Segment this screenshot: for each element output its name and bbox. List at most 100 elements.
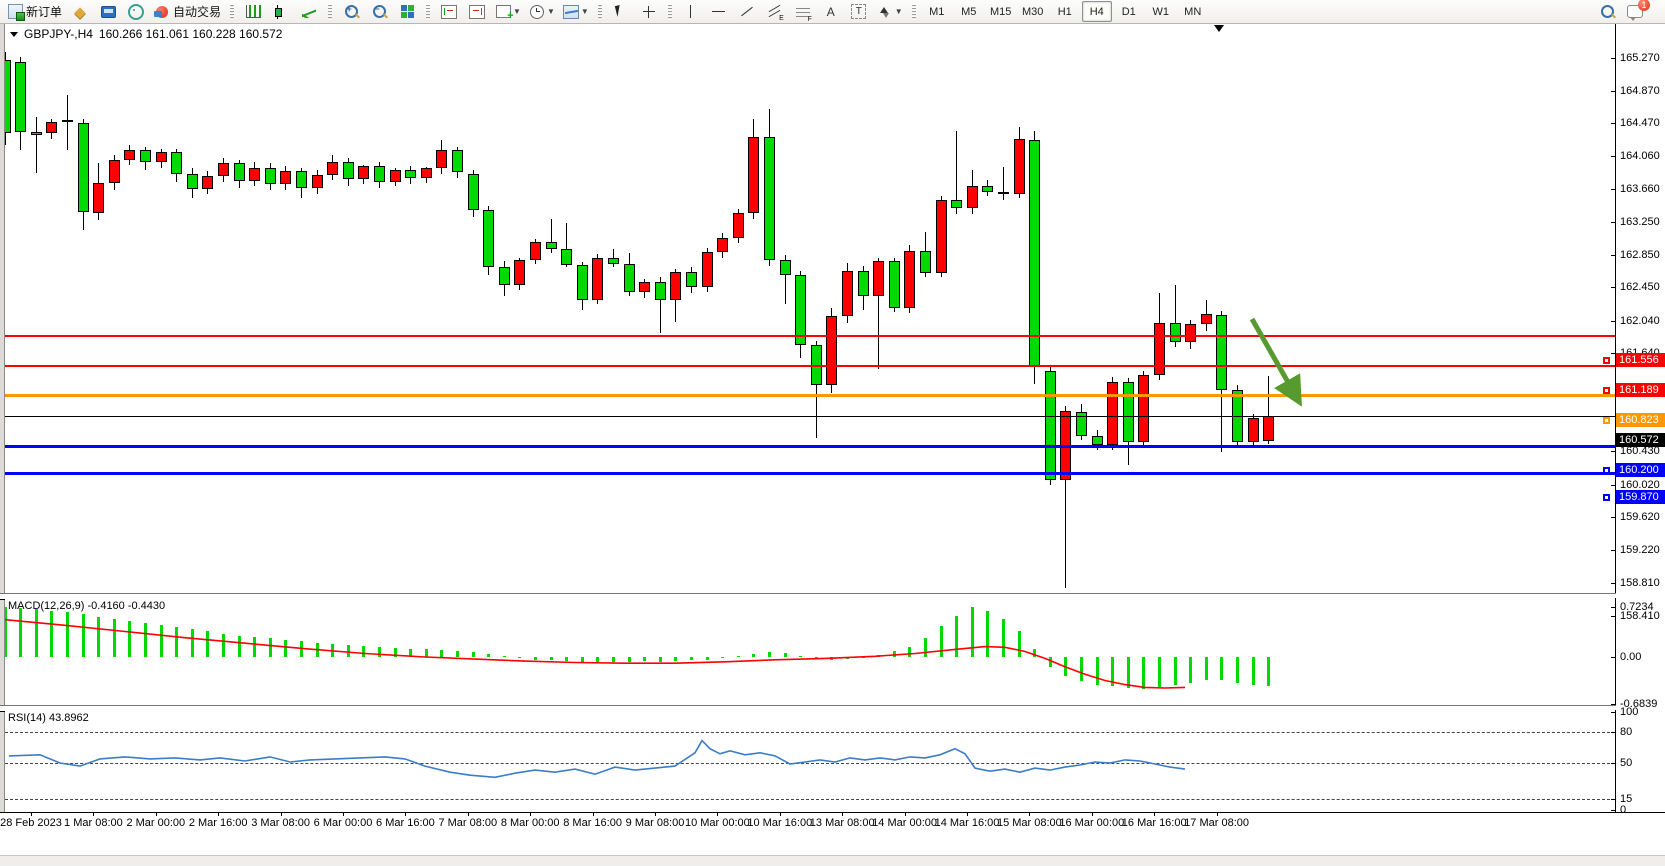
time-axis-tick-mark: [1217, 813, 1218, 816]
fibonacci-tool-button[interactable]: F: [790, 1, 816, 23]
timeframe-m1-button[interactable]: M1: [922, 1, 952, 22]
add-indicator-button[interactable]: ▼: [492, 1, 524, 23]
timeframe-group: M1M5M15M30H1H4D1W1MN: [918, 1, 1212, 23]
toolbar-grip[interactable]: [328, 4, 332, 20]
text-label-tool-button[interactable]: T: [846, 1, 872, 23]
macd-axis-tick-label: 0.7234: [1620, 601, 1654, 613]
time-axis-label: 7 Mar 08:00: [438, 817, 497, 829]
cursor-icon: [613, 4, 629, 20]
price-axis-tick-label: 160.430: [1620, 445, 1660, 457]
timeframe-w1-button[interactable]: W1: [1146, 1, 1176, 22]
rsi-pane[interactable]: RSI(14) 43.8962: [5, 710, 1616, 812]
horizontal-line-tool-button[interactable]: [706, 1, 732, 23]
timeframe-d1-button[interactable]: D1: [1114, 1, 1144, 22]
indicator-window-2-button[interactable]: [464, 1, 490, 23]
rsi-axis-tick-label: 50: [1620, 757, 1632, 769]
text-label-icon: T: [851, 4, 866, 19]
add-indicator-icon: [495, 4, 511, 20]
price-tag: 161.189: [1616, 383, 1665, 397]
macd-signal-line: [5, 598, 1615, 706]
toolbar-grip[interactable]: [426, 4, 430, 20]
templates-button[interactable]: ▼: [560, 1, 592, 23]
time-axis-label: 8 Mar 16:00: [563, 817, 622, 829]
notifications-button[interactable]: 1: [1622, 1, 1648, 23]
cursor-tool-button[interactable]: [608, 1, 634, 23]
window-bottom-strip: [0, 855, 1665, 866]
chart-window: GBPJPY-,H4 160.266 161.061 160.228 160.5…: [0, 24, 1665, 831]
timeframe-m5-button[interactable]: M5: [954, 1, 984, 22]
main-price-pane[interactable]: GBPJPY-,H4 160.266 161.061 160.228 160.5…: [5, 24, 1616, 593]
zoom-out-button[interactable]: −: [366, 1, 392, 23]
text-tool-button[interactable]: A: [818, 1, 844, 23]
time-axis-label: 14 Mar 00:00: [872, 817, 937, 829]
zoom-in-icon: +: [343, 4, 359, 20]
macd-pane[interactable]: MACD(12,26,9) -0.4160 -0.4430: [5, 598, 1616, 706]
axis-tick-mark: [1611, 657, 1615, 658]
time-axis-tick-mark: [31, 813, 32, 816]
market-watch-button[interactable]: ◆: [67, 1, 93, 23]
toolbar-grip[interactable]: [598, 4, 602, 20]
search-button[interactable]: [1594, 1, 1620, 23]
toolbar-grip[interactable]: [668, 4, 672, 20]
notification-badge: 1: [1638, 0, 1650, 11]
macd-axis-tick-label: 0.00: [1620, 651, 1641, 663]
axis-tick-mark: [1611, 607, 1615, 608]
search-icon: [1599, 4, 1615, 20]
bar-chart-button[interactable]: [240, 1, 266, 23]
time-axis-label: 1 Mar 08:00: [64, 817, 123, 829]
trendline-icon: [739, 4, 755, 20]
price-axis-tick-label: 159.220: [1620, 544, 1660, 556]
trendline-tool-button[interactable]: [734, 1, 760, 23]
time-axis-tick-mark: [967, 813, 968, 816]
time-axis-tick-mark: [281, 813, 282, 816]
time-axis-label: 16 Mar 16:00: [1122, 817, 1187, 829]
vertical-line-tool-button[interactable]: [678, 1, 704, 23]
time-axis[interactable]: 28 Feb 20231 Mar 08:002 Mar 00:002 Mar 1…: [0, 812, 1665, 832]
crosshair-tool-button[interactable]: [636, 1, 662, 23]
tile-windows-icon: [399, 4, 415, 20]
price-axis-tick-label: 164.870: [1620, 85, 1660, 97]
new-order-icon: [7, 4, 23, 20]
down-trend-arrow-annotation[interactable]: [5, 24, 1615, 593]
time-axis-label: 8 Mar 00:00: [501, 817, 560, 829]
rsi-axis-tick-label: 100: [1620, 706, 1638, 718]
line-chart-button[interactable]: [296, 1, 322, 23]
zoom-in-button[interactable]: +: [338, 1, 364, 23]
periods-button[interactable]: ▼: [526, 1, 558, 23]
arrows-icon: [877, 4, 893, 20]
timeframe-h1-button[interactable]: H1: [1050, 1, 1080, 22]
candlestick-chart-button[interactable]: [268, 1, 294, 23]
arrows-tool-button[interactable]: ▼: [874, 1, 906, 23]
price-axis-tick-label: 158.810: [1620, 577, 1660, 589]
tile-windows-button[interactable]: [394, 1, 420, 23]
toolbar-grip[interactable]: [230, 4, 234, 20]
toolbar-grip[interactable]: [912, 4, 916, 20]
line-chart-icon: [301, 4, 317, 20]
price-axis-tick-label: 162.040: [1620, 315, 1660, 327]
template-icon: [563, 4, 579, 20]
channel-tool-button[interactable]: E: [762, 1, 788, 23]
signals-button[interactable]: [123, 1, 149, 23]
timeframe-m30-button[interactable]: M30: [1018, 1, 1048, 22]
bar-chart-icon: [245, 4, 261, 20]
timeframe-h4-button[interactable]: H4: [1082, 1, 1112, 22]
time-axis-tick-mark: [842, 813, 843, 816]
timeframe-mn-button[interactable]: MN: [1178, 1, 1208, 22]
indicator-window-1-button[interactable]: [436, 1, 462, 23]
terminal-button[interactable]: [95, 1, 121, 23]
time-axis-tick-mark: [655, 813, 656, 816]
time-axis-label: 17 Mar 08:00: [1184, 817, 1249, 829]
price-axis-tick-label: 162.850: [1620, 249, 1660, 261]
axis-tick-mark: [1611, 616, 1615, 617]
vertical-line-icon: [683, 4, 699, 20]
terminal-icon: [100, 4, 116, 20]
price-axis-tick-label: 165.270: [1620, 52, 1660, 64]
price-axis-tick-label: 163.250: [1620, 216, 1660, 228]
autotrade-button[interactable]: 自动交易: [151, 1, 224, 23]
price-axis-tick-label: 163.660: [1620, 183, 1660, 195]
price-axis[interactable]: 165.270164.870164.470164.060163.660163.2…: [1616, 24, 1665, 831]
fibonacci-icon: F: [796, 5, 810, 19]
chat-bubble-icon: 1: [1627, 4, 1643, 20]
timeframe-m15-button[interactable]: M15: [986, 1, 1016, 22]
new-order-button[interactable]: 新订单: [4, 1, 65, 23]
